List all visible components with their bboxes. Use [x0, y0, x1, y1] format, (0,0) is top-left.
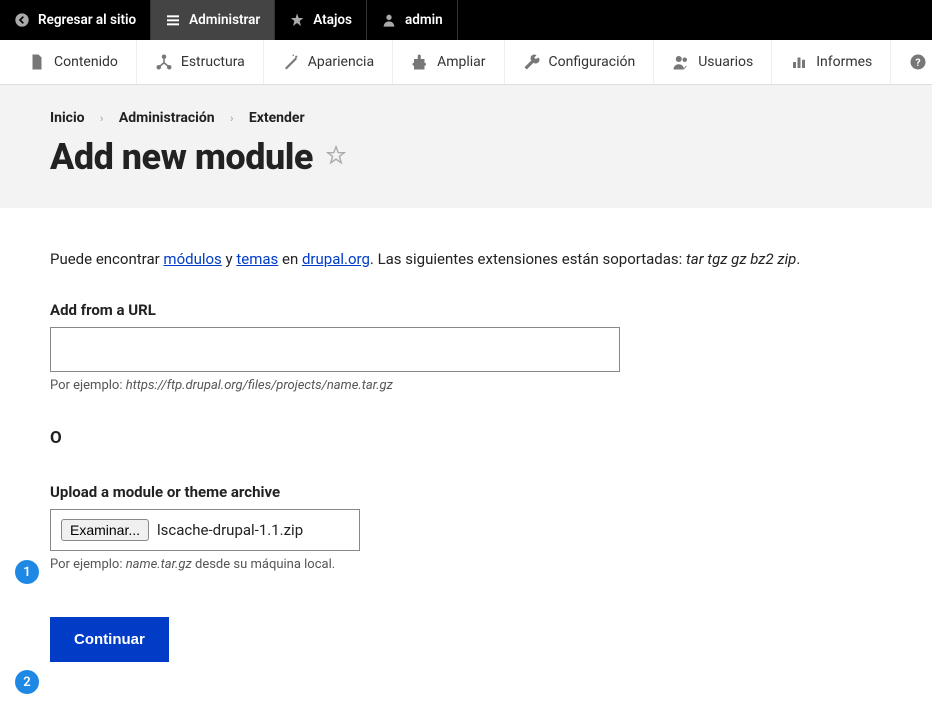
file-upload[interactable]: Examinar... lscache-drupal-1.1.zip [50, 509, 360, 551]
drupal-link[interactable]: drupal.org [302, 250, 370, 268]
annotation-marker-2: 2 [15, 670, 39, 694]
tab-config-label: Configuración [549, 54, 636, 70]
star-icon [289, 12, 305, 28]
breadcrumb-extend[interactable]: Extender [249, 110, 305, 126]
tab-appearance[interactable]: Apariencia [264, 40, 393, 84]
tab-structure-label: Estructura [181, 54, 245, 70]
back-to-site-label: Regresar al sitio [38, 12, 136, 28]
url-input[interactable] [50, 327, 620, 372]
tab-config[interactable]: Configuración [505, 40, 655, 84]
chevron-right-icon: › [100, 112, 103, 125]
chart-icon [790, 53, 808, 71]
tab-help[interactable]: ? Ayuda [891, 40, 932, 84]
tab-appearance-label: Apariencia [308, 54, 374, 70]
modules-link[interactable]: módulos [163, 250, 221, 268]
hamburger-icon [165, 12, 181, 28]
users-icon [672, 53, 690, 71]
user-menu[interactable]: admin [367, 0, 458, 40]
svg-text:?: ? [916, 56, 921, 69]
tab-reports-label: Informes [816, 54, 872, 70]
selected-filename: lscache-drupal-1.1.zip [157, 521, 303, 539]
favorite-star-icon[interactable] [325, 144, 347, 170]
wrench-icon [523, 53, 541, 71]
upload-field-label: Upload a module or theme archive [50, 483, 882, 501]
tab-users-label: Usuarios [698, 54, 753, 70]
shortcuts-label: Atajos [313, 12, 352, 28]
tab-content-label: Contenido [54, 54, 118, 70]
tab-extend-label: Ampliar [437, 54, 485, 70]
puzzle-icon [411, 53, 429, 71]
annotation-marker-1: 1 [15, 560, 39, 584]
tab-extend[interactable]: Ampliar [393, 40, 504, 84]
tab-structure[interactable]: Estructura [137, 40, 264, 84]
manage-label: Administrar [189, 12, 260, 28]
breadcrumb: Inicio › Administración › Extender [50, 110, 882, 126]
continue-button[interactable]: Continuar [50, 617, 169, 662]
page-title: Add new module [50, 136, 313, 178]
themes-link[interactable]: temas [236, 250, 278, 268]
shortcuts-link[interactable]: Atajos [275, 0, 367, 40]
intro-text: Puede encontrar módulos y temas en drupa… [50, 248, 882, 271]
admin-menu: Contenido Estructura Apariencia Ampliar … [0, 40, 932, 85]
breadcrumb-admin[interactable]: Administración [119, 110, 215, 126]
help-icon: ? [909, 53, 927, 71]
user-label: admin [405, 12, 443, 28]
back-to-site-link[interactable]: Regresar al sitio [0, 0, 151, 40]
tab-content[interactable]: Contenido [10, 40, 137, 84]
url-field-label: Add from a URL [50, 301, 882, 319]
browse-button[interactable]: Examinar... [61, 519, 149, 541]
page-header: Inicio › Administración › Extender Add n… [0, 85, 932, 208]
wand-icon [282, 53, 300, 71]
breadcrumb-home[interactable]: Inicio [50, 110, 85, 126]
file-icon [28, 53, 46, 71]
extensions-list: tar tgz gz bz2 zip [686, 250, 796, 268]
tab-users[interactable]: Usuarios [654, 40, 772, 84]
main-content: Puede encontrar módulos y temas en drupa… [0, 208, 932, 702]
url-help-text: Por ejemplo: https://ftp.drupal.org/file… [50, 378, 882, 393]
manage-toggle[interactable]: Administrar [151, 0, 275, 40]
back-arrow-icon [14, 12, 30, 28]
user-icon [381, 12, 397, 28]
chevron-right-icon: › [230, 112, 233, 125]
or-separator: O [50, 428, 882, 448]
tab-reports[interactable]: Informes [772, 40, 891, 84]
upload-help-text: Por ejemplo: name.tar.gz desde su máquin… [50, 557, 882, 572]
hierarchy-icon [155, 53, 173, 71]
top-toolbar: Regresar al sitio Administrar Atajos adm… [0, 0, 932, 40]
